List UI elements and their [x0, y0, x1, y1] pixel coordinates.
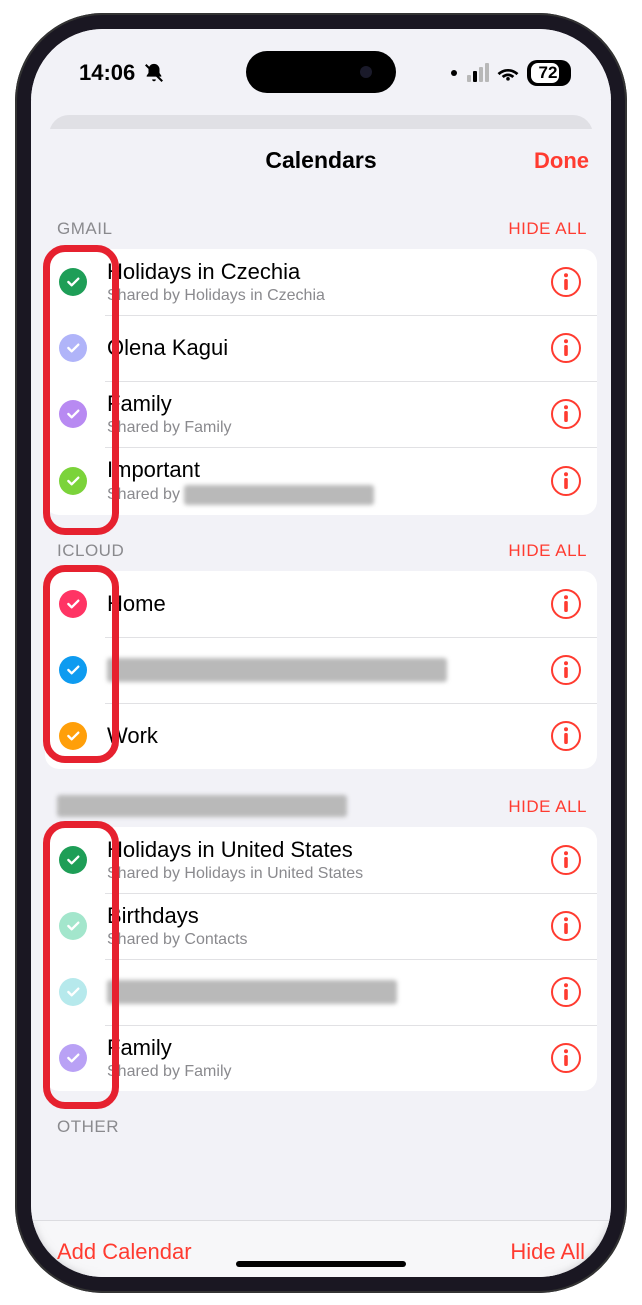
- calendar-row[interactable]: Family Shared by Family: [45, 381, 597, 447]
- calendar-title: Home: [107, 591, 541, 617]
- calendars-sheet: Calendars Done GMAIL HIDE ALL: [31, 129, 611, 1277]
- gmail-list: Holidays in Czechia Shared by Holidays i…: [45, 249, 597, 515]
- calendar-subtitle: Shared by Family: [107, 419, 541, 437]
- calendar-title: Work: [107, 723, 541, 749]
- checkmark-icon[interactable]: [59, 656, 87, 684]
- row-text: …: [107, 657, 541, 683]
- redacted-text: [107, 980, 397, 1004]
- row-text: Family Shared by Family: [107, 391, 541, 437]
- section-label: GMAIL: [57, 219, 112, 239]
- info-button[interactable]: [551, 911, 581, 941]
- section-label: ICLOUD: [57, 541, 124, 561]
- checkmark-icon[interactable]: [59, 590, 87, 618]
- calendar-title: Family: [107, 391, 541, 417]
- redacted-text: [57, 795, 347, 817]
- calendar-row[interactable]: Olena Kagui: [45, 315, 597, 381]
- bell-silent-icon: [143, 62, 165, 84]
- calendar-subtitle: Shared by Holidays in Czechia: [107, 287, 541, 305]
- section-header-icloud: ICLOUD HIDE ALL: [31, 515, 611, 571]
- calendar-row[interactable]: Work: [45, 703, 597, 769]
- calendar-title: Olena Kagui: [107, 335, 541, 361]
- calendar-row[interactable]: Birthdays Shared by Contacts: [45, 893, 597, 959]
- hide-all-button[interactable]: HIDE ALL: [508, 797, 587, 817]
- row-text: [107, 980, 541, 1004]
- calendar-row[interactable]: Holidays in Czechia Shared by Holidays i…: [45, 249, 597, 315]
- calendar-title: Important: [107, 457, 541, 483]
- calendar-row[interactable]: [45, 959, 597, 1025]
- status-time: 14:06: [79, 60, 135, 86]
- row-text: Important Shared by: [107, 457, 541, 505]
- row-text: Holidays in Czechia Shared by Holidays i…: [107, 259, 541, 305]
- row-text: Holidays in United States Shared by Holi…: [107, 837, 541, 883]
- row-text: Olena Kagui: [107, 335, 541, 361]
- calendar-title: Birthdays: [107, 903, 541, 929]
- screen: 14:06 72 Cal: [31, 29, 611, 1277]
- checkmark-icon[interactable]: [59, 846, 87, 874]
- third-account-list: Holidays in United States Shared by Holi…: [45, 827, 597, 1091]
- row-text: Work: [107, 723, 541, 749]
- hide-all-button[interactable]: HIDE ALL: [508, 541, 587, 561]
- calendar-row[interactable]: Home: [45, 571, 597, 637]
- calendar-title: Holidays in Czechia: [107, 259, 541, 285]
- status-left: 14:06: [79, 60, 165, 86]
- calendar-subtitle: Shared by Contacts: [107, 931, 541, 949]
- sheet-title: Calendars: [265, 147, 376, 174]
- checkmark-icon[interactable]: [59, 334, 87, 362]
- status-right: 72: [451, 60, 571, 86]
- icloud-list: Home …: [45, 571, 597, 769]
- redacted-text: [107, 658, 447, 682]
- info-button[interactable]: [551, 655, 581, 685]
- checkmark-icon[interactable]: [59, 978, 87, 1006]
- checkmark-icon[interactable]: [59, 268, 87, 296]
- calendar-row[interactable]: Important Shared by: [45, 447, 597, 515]
- footer-hide-all-button[interactable]: Hide All: [510, 1239, 585, 1265]
- redacted-text: [184, 485, 374, 505]
- wifi-icon: [497, 64, 519, 82]
- home-indicator[interactable]: [236, 1261, 406, 1267]
- row-text: Birthdays Shared by Contacts: [107, 903, 541, 949]
- row-text: Home: [107, 591, 541, 617]
- info-button[interactable]: [551, 845, 581, 875]
- info-button[interactable]: [551, 1043, 581, 1073]
- checkmark-icon[interactable]: [59, 722, 87, 750]
- sheet-footer: Add Calendar Hide All: [31, 1220, 611, 1277]
- info-button[interactable]: [551, 589, 581, 619]
- sheet-header: Calendars Done: [31, 129, 611, 193]
- hide-all-button[interactable]: HIDE ALL: [508, 219, 587, 239]
- add-calendar-button[interactable]: Add Calendar: [57, 1239, 192, 1265]
- calendar-subtitle: Shared by Holidays in United States: [107, 865, 541, 883]
- signal-dot-icon: [451, 70, 457, 76]
- battery-indicator: 72: [527, 60, 571, 86]
- info-button[interactable]: [551, 399, 581, 429]
- section-header-other: OTHER: [31, 1091, 611, 1141]
- info-button[interactable]: [551, 977, 581, 1007]
- cellular-icon: [467, 63, 489, 82]
- calendar-row[interactable]: Family Shared by Family: [45, 1025, 597, 1091]
- checkmark-icon[interactable]: [59, 912, 87, 940]
- calendar-title: Family: [107, 1035, 541, 1061]
- section-label: OTHER: [57, 1117, 119, 1137]
- checkmark-icon[interactable]: [59, 467, 87, 495]
- done-button[interactable]: Done: [534, 148, 589, 174]
- battery-level: 72: [539, 63, 558, 83]
- phone-frame: 14:06 72 Cal: [15, 13, 627, 1293]
- calendar-row[interactable]: …: [45, 637, 597, 703]
- info-button[interactable]: [551, 721, 581, 751]
- info-button[interactable]: [551, 333, 581, 363]
- calendar-subtitle: Shared by: [107, 485, 541, 505]
- section-header-redacted: HIDE ALL: [31, 769, 611, 827]
- row-text: Family Shared by Family: [107, 1035, 541, 1081]
- info-button[interactable]: [551, 466, 581, 496]
- calendar-title: Holidays in United States: [107, 837, 541, 863]
- calendar-list-scroll[interactable]: GMAIL HIDE ALL Holidays in Czechia Share…: [31, 193, 611, 1220]
- info-button[interactable]: [551, 267, 581, 297]
- section-header-gmail: GMAIL HIDE ALL: [31, 193, 611, 249]
- checkmark-icon[interactable]: [59, 1044, 87, 1072]
- checkmark-icon[interactable]: [59, 400, 87, 428]
- calendar-row[interactable]: Holidays in United States Shared by Holi…: [45, 827, 597, 893]
- calendar-subtitle: Shared by Family: [107, 1063, 541, 1081]
- dynamic-island: [246, 51, 396, 93]
